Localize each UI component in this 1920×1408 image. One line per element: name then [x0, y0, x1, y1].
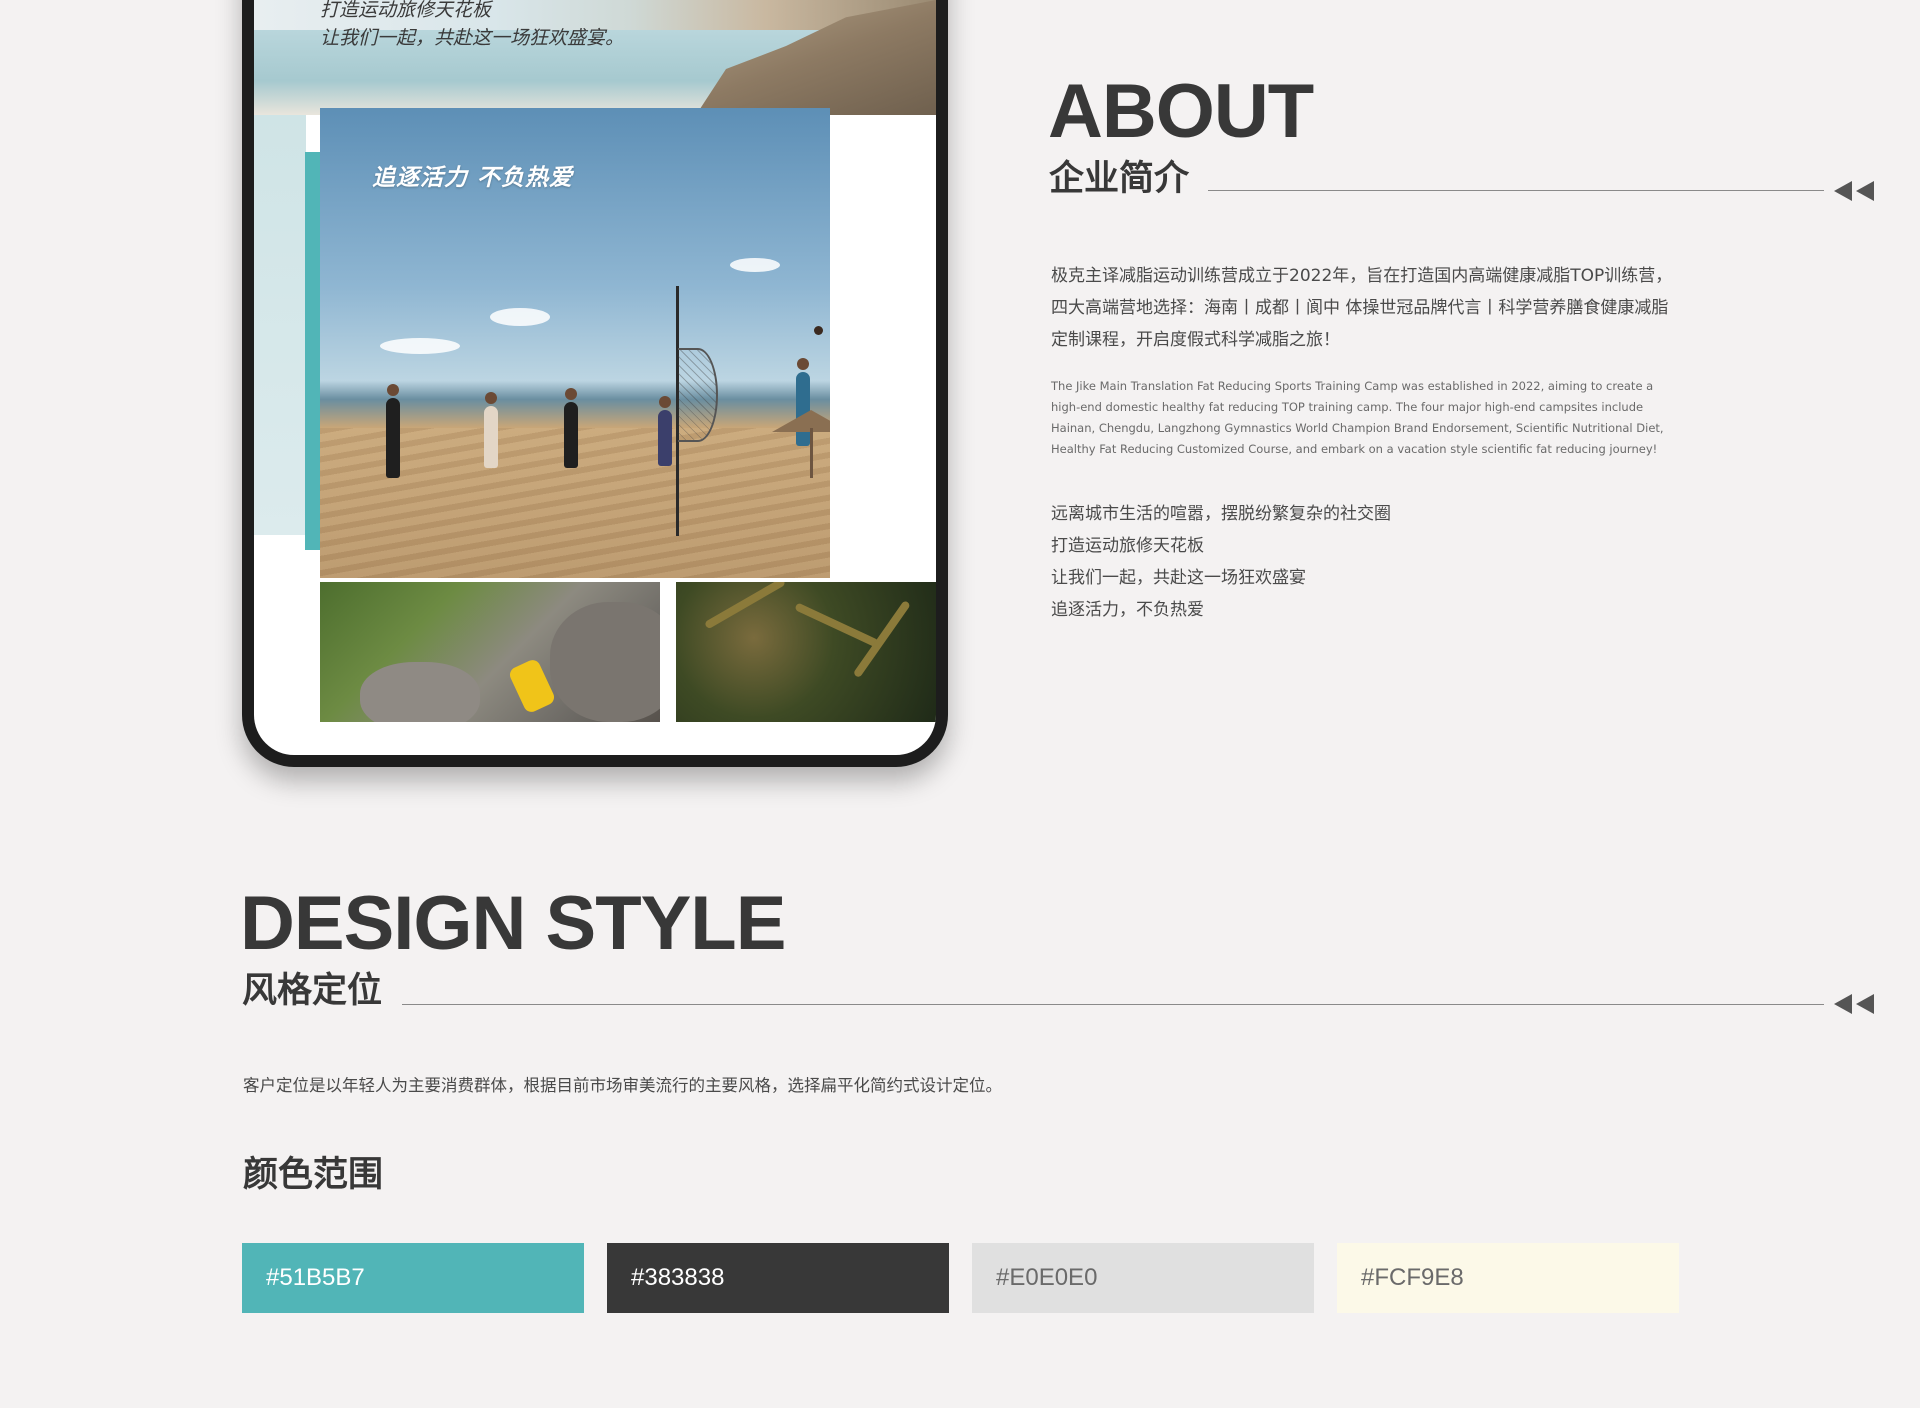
rock-shape	[550, 602, 660, 722]
player-figure	[386, 384, 400, 478]
color-swatch-dark: #383838	[607, 1243, 949, 1313]
umbrella-pole	[810, 428, 813, 478]
design-style-description: 客户定位是以年轻人为主要消费群体，根据目前市场审美流行的主要风格，选择扁平化简约…	[243, 1076, 1002, 1095]
palm-frond	[704, 582, 786, 630]
rock-shape	[360, 662, 480, 722]
volleyball	[814, 326, 823, 335]
about-line: 远离城市生活的喧嚣，摆脱纷繁复杂的社交圈	[1051, 504, 1391, 524]
design-style-subtitle: 风格定位	[242, 971, 383, 1011]
design-style-title: DESIGN STYLE	[240, 881, 786, 966]
phone-screen: 打造运动旅修天花板 让我们一起，共赴这一场狂欢盛宴。 追逐活力 不负热爱	[254, 0, 936, 755]
top-caption-line1: 打造运动旅修天花板	[320, 0, 492, 21]
about-title: ABOUT	[1048, 69, 1314, 154]
swatch-label: #E0E0E0	[996, 1264, 1098, 1291]
top-banner-image: 打造运动旅修天花板 让我们一起，共赴这一场狂欢盛宴。	[254, 0, 936, 115]
swatch-label: #FCF9E8	[1361, 1264, 1464, 1291]
phone-mockup: 打造运动旅修天花板 让我们一起，共赴这一场狂欢盛宴。 追逐活力 不负热爱	[242, 0, 948, 767]
about-line: 打造运动旅修天花板	[1051, 536, 1204, 556]
cloud-shape	[490, 308, 550, 326]
cloud-shape	[380, 338, 460, 354]
color-range-title: 颜色范围	[243, 1155, 384, 1195]
player-figure	[658, 396, 672, 466]
about-lines: 远离城市生活的喧嚣，摆脱纷繁复杂的社交圈 打造运动旅修天花板 让我们一起，共赴这…	[1051, 498, 1391, 626]
double-left-arrow-icon	[1834, 181, 1878, 201]
about-line: 追逐活力，不负热爱	[1051, 600, 1204, 620]
beach-volleyball-photo: 追逐活力 不负热爱	[320, 108, 830, 578]
swatch-label: #51B5B7	[266, 1264, 365, 1291]
top-banner-caption: 打造运动旅修天花板 让我们一起，共赴这一场狂欢盛宴。	[320, 0, 624, 52]
about-divider	[1208, 190, 1824, 191]
double-left-arrow-icon	[1834, 994, 1878, 1014]
about-subtitle: 企业简介	[1049, 159, 1190, 199]
player-figure	[796, 358, 810, 446]
top-caption-line2: 让我们一起，共赴这一场狂欢盛宴。	[320, 27, 625, 49]
player-figure	[564, 388, 578, 468]
volleyball-net	[678, 348, 718, 442]
player-figure	[484, 392, 498, 468]
palm-frond	[794, 602, 880, 648]
palm-trees-photo	[676, 582, 936, 722]
design-style-divider	[402, 1004, 1824, 1005]
cloud-shape	[730, 258, 780, 272]
color-swatch-teal: #51B5B7	[242, 1243, 584, 1313]
about-description-en: The Jike Main Translation Fat Reducing S…	[1051, 379, 1664, 456]
color-swatch-cream: #FCF9E8	[1337, 1243, 1679, 1313]
about-description-cn: 极克主译减脂运动训练营成立于2022年，旨在打造国内高端健康减脂TOP训练营，四…	[1051, 266, 1673, 350]
hero-title: 追逐活力 不负热爱	[372, 165, 574, 191]
teal-side-panel	[254, 115, 306, 535]
hiking-photo	[320, 582, 660, 722]
swatch-label: #383838	[631, 1264, 725, 1291]
about-line: 让我们一起，共赴这一场狂欢盛宴	[1051, 568, 1306, 588]
color-swatch-gray: #E0E0E0	[972, 1243, 1314, 1313]
